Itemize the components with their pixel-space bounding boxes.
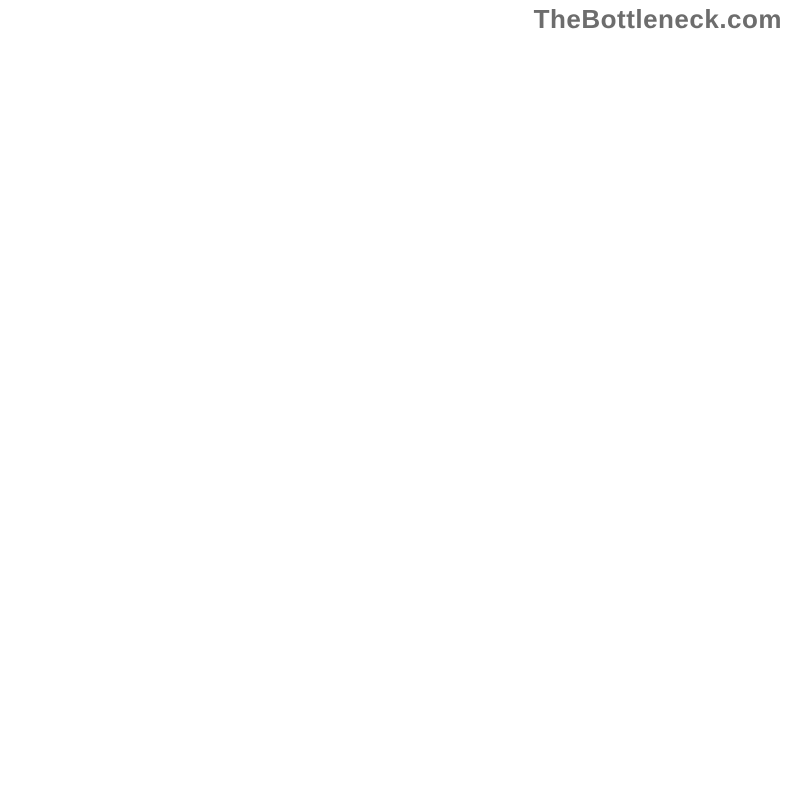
- chart-container: TheBottleneck.com: [0, 0, 800, 800]
- watermark-label: TheBottleneck.com: [534, 4, 782, 35]
- bottleneck-chart: [0, 0, 800, 800]
